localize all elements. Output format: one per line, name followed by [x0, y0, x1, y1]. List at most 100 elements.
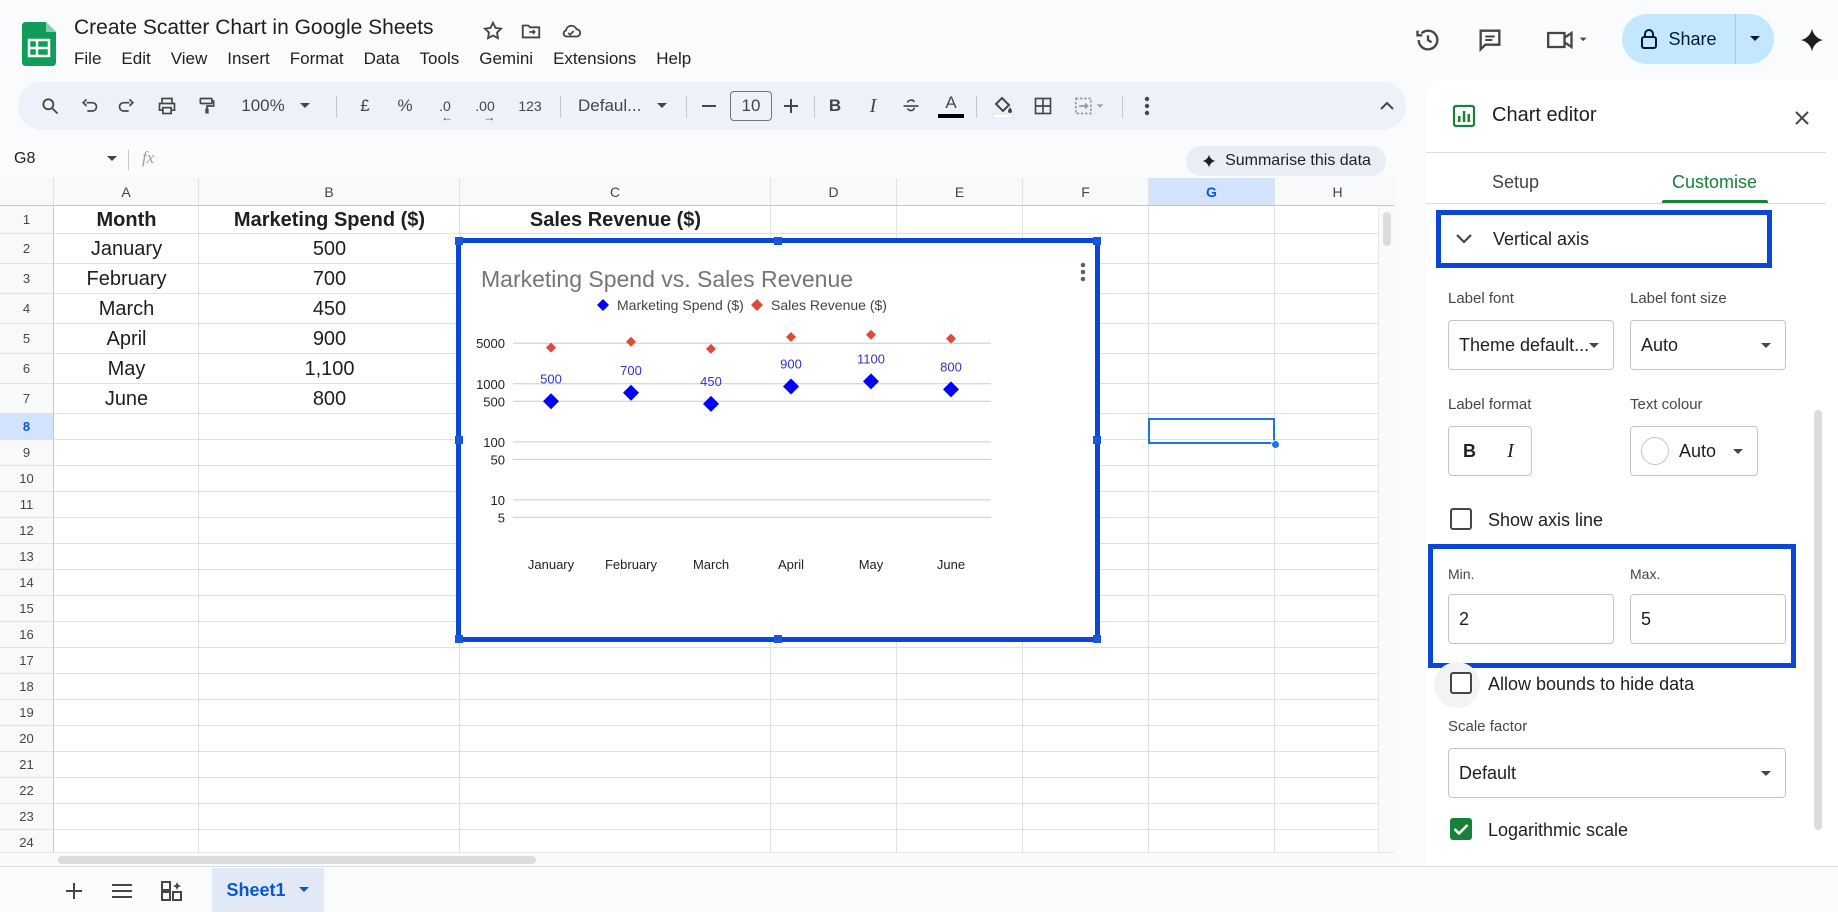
cell-b4[interactable]: 450 — [199, 294, 460, 324]
collapse-menus-icon[interactable] — [1370, 82, 1404, 130]
row-header-19[interactable]: 19 — [0, 700, 54, 726]
more-formats-button[interactable]: 123 — [510, 82, 550, 130]
row-header-21[interactable]: 21 — [0, 752, 54, 778]
comments-icon[interactable] — [1472, 22, 1508, 58]
cell-a1[interactable]: Month — [54, 206, 199, 234]
panel-scroll-thumb[interactable] — [1814, 410, 1822, 830]
menu-tools[interactable]: Tools — [410, 47, 470, 71]
zoom-select[interactable]: 100% — [236, 82, 316, 130]
row-header-22[interactable]: 22 — [0, 778, 54, 804]
scatter-chart[interactable]: Marketing Spend vs. Sales Revenue Market… — [455, 237, 1101, 643]
vertical-scroll-thumb[interactable] — [1383, 212, 1391, 246]
bold-button[interactable]: B — [818, 82, 852, 130]
redo-icon[interactable] — [110, 82, 144, 130]
menu-format[interactable]: Format — [280, 47, 354, 71]
allow-bounds-checkbox[interactable] — [1450, 672, 1472, 694]
sheet-tab-sheet1[interactable]: Sheet1 — [212, 868, 324, 912]
resize-handle-w[interactable] — [455, 436, 463, 444]
row-header-12[interactable]: 12 — [0, 518, 54, 544]
vertical-axis-section-header[interactable]: Vertical axis — [1436, 210, 1772, 268]
row-header-15[interactable]: 15 — [0, 596, 54, 622]
tab-setup[interactable]: Setup — [1492, 172, 1539, 193]
cell-b6[interactable]: 1,100 — [199, 354, 460, 384]
formula-input[interactable] — [172, 144, 1172, 174]
label-bold-button[interactable]: B — [1449, 427, 1490, 475]
vertical-scrollbar[interactable] — [1378, 206, 1394, 852]
cell-a4[interactable]: March — [54, 294, 199, 324]
row-header-24[interactable]: 24 — [0, 830, 54, 852]
column-header-h[interactable]: H — [1275, 178, 1394, 206]
font-family-select[interactable]: Defaul... — [570, 82, 676, 130]
row-header-16[interactable]: 16 — [0, 622, 54, 648]
column-header-g[interactable]: G — [1149, 178, 1275, 206]
share-button[interactable]: Share — [1622, 14, 1736, 64]
cell-a2[interactable]: January — [54, 234, 199, 264]
more-options-icon[interactable] — [1130, 82, 1164, 130]
merge-cells-button[interactable] — [1064, 82, 1116, 130]
cell-b5[interactable]: 900 — [199, 324, 460, 354]
resize-handle-ne[interactable] — [1093, 237, 1101, 245]
increase-font-size-button[interactable] — [776, 82, 806, 130]
scale-factor-select[interactable]: Default — [1448, 748, 1786, 798]
column-header-a[interactable]: A — [54, 178, 199, 206]
row-header-5[interactable]: 5 — [0, 324, 54, 354]
chart-title[interactable]: Marketing Spend vs. Sales Revenue — [481, 266, 853, 292]
resize-handle-nw[interactable] — [455, 237, 463, 245]
summarise-data-button[interactable]: Summarise this data — [1186, 146, 1386, 176]
horizontal-scroll-thumb[interactable] — [58, 856, 536, 864]
percent-format-button[interactable]: % — [388, 82, 422, 130]
menu-extensions[interactable]: Extensions — [543, 47, 646, 71]
min-input[interactable]: 2 — [1448, 594, 1614, 644]
explore-icon[interactable] — [158, 877, 186, 905]
menu-view[interactable]: View — [161, 47, 218, 71]
row-header-23[interactable]: 23 — [0, 804, 54, 830]
resize-handle-sw[interactable] — [455, 635, 463, 643]
font-size-input[interactable]: 10 — [730, 82, 772, 130]
row-header-4[interactable]: 4 — [0, 294, 54, 324]
row-header-7[interactable]: 7 — [0, 384, 54, 414]
move-folder-icon[interactable] — [518, 18, 544, 44]
menu-insert[interactable]: Insert — [217, 47, 280, 71]
max-input[interactable]: 5 — [1630, 594, 1786, 644]
meet-video-icon[interactable] — [1540, 22, 1596, 58]
chart-legend[interactable]: Marketing Spend ($) Sales Revenue ($) — [597, 297, 887, 313]
text-color-button[interactable]: A — [934, 82, 968, 130]
all-sheets-icon[interactable] — [108, 877, 136, 905]
column-header-d[interactable]: D — [771, 178, 897, 206]
resize-handle-s[interactable] — [774, 635, 782, 643]
share-dropdown-button[interactable] — [1736, 14, 1774, 64]
cell-b2[interactable]: 500 — [199, 234, 460, 264]
search-menus-icon[interactable] — [32, 82, 68, 130]
menu-help[interactable]: Help — [646, 47, 701, 71]
column-header-e[interactable]: E — [897, 178, 1023, 206]
row-header-8[interactable]: 8 — [0, 414, 54, 440]
cell-a7[interactable]: June — [54, 384, 199, 414]
row-header-17[interactable]: 17 — [0, 648, 54, 674]
italic-button[interactable]: I — [856, 82, 890, 130]
cell-c1[interactable]: Sales Revenue ($) — [460, 206, 771, 234]
fill-color-button[interactable] — [986, 82, 1020, 130]
row-header-18[interactable]: 18 — [0, 674, 54, 700]
horizontal-scrollbar[interactable] — [0, 852, 1394, 866]
add-sheet-icon[interactable] — [60, 877, 88, 905]
row-header-6[interactable]: 6 — [0, 354, 54, 384]
tab-customise[interactable]: Customise — [1672, 172, 1757, 193]
menu-gemini[interactable]: Gemini — [469, 47, 543, 71]
strikethrough-button[interactable] — [894, 82, 928, 130]
print-icon[interactable] — [150, 82, 184, 130]
logarithmic-scale-checkbox[interactable] — [1450, 818, 1472, 840]
row-header-1[interactable]: 1 — [0, 206, 54, 234]
row-header-10[interactable]: 10 — [0, 466, 54, 492]
borders-button[interactable] — [1026, 82, 1060, 130]
selected-cell-g8[interactable] — [1148, 418, 1275, 444]
cloud-saved-icon[interactable] — [558, 18, 584, 44]
row-header-13[interactable]: 13 — [0, 544, 54, 570]
cell-b7[interactable]: 800 — [199, 384, 460, 414]
label-font-select[interactable]: Theme default... — [1448, 320, 1614, 370]
version-history-icon[interactable] — [1410, 22, 1446, 58]
resize-handle-se[interactable] — [1093, 635, 1101, 643]
row-header-3[interactable]: 3 — [0, 264, 54, 294]
row-header-9[interactable]: 9 — [0, 440, 54, 466]
text-colour-select[interactable]: Auto — [1630, 426, 1758, 476]
label-italic-button[interactable]: I — [1490, 427, 1531, 475]
